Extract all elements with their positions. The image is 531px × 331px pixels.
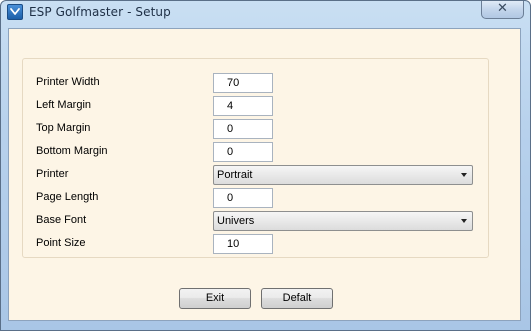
exit-button[interactable]: Exit — [179, 288, 251, 309]
printer-label: Printer — [36, 168, 69, 180]
printer-width-label: Printer Width — [36, 76, 100, 88]
window-title: ESP Golfmaster - Setup — [29, 5, 171, 19]
top-margin-input[interactable]: 0 — [213, 119, 273, 139]
base-font-label: Base Font — [36, 214, 87, 226]
point-size-label: Point Size — [36, 237, 86, 249]
close-button[interactable]: ✕ — [481, 1, 524, 19]
chevron-down-icon[interactable] — [461, 173, 467, 177]
title-bar[interactable]: ESP Golfmaster - Setup ✕ — [1, 1, 530, 23]
base-font-select-value: Univers — [217, 215, 255, 227]
point-size-input[interactable]: 10 — [213, 234, 273, 254]
printer-select-value: Portrait — [217, 169, 253, 181]
left-margin-label: Left Margin — [36, 99, 92, 111]
page-length-label: Page Length — [36, 191, 99, 203]
app-icon[interactable] — [7, 4, 23, 20]
client-area: Printer Width 70 Left Margin 4 Top Margi… — [8, 28, 521, 321]
bottom-margin-label: Bottom Margin — [36, 145, 108, 157]
default-button[interactable]: Defalt — [261, 288, 333, 309]
setup-window: ESP Golfmaster - Setup ✕ Printer Width 7… — [0, 0, 531, 331]
page-length-input[interactable]: 0 — [213, 188, 273, 208]
base-font-select[interactable]: Univers — [213, 211, 473, 231]
left-margin-input[interactable]: 4 — [213, 96, 273, 116]
top-margin-label: Top Margin — [36, 122, 91, 134]
bottom-margin-input[interactable]: 0 — [213, 142, 273, 162]
printer-select[interactable]: Portrait — [213, 165, 473, 185]
chevron-down-icon[interactable] — [461, 219, 467, 223]
close-icon: ✕ — [497, 1, 508, 16]
printer-width-input[interactable]: 70 — [213, 73, 273, 93]
